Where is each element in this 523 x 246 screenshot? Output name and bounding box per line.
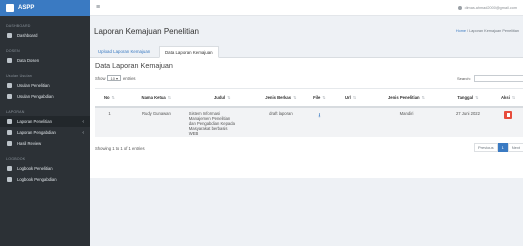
sidebar-item-label: Dashboard [17, 33, 38, 38]
user-icon [457, 5, 462, 10]
breadcrumb-current: Laporan Kemajuan Penelitian [469, 29, 519, 33]
cell-no: 1 [108, 110, 111, 116]
menu-toggle-icon[interactable]: ≡ [96, 4, 100, 11]
sort-icon: ⇅ [293, 94, 297, 100]
user-email: dimas.ahmad2000@gmail.com [464, 5, 517, 10]
tab-bar: Upload Laporan Kemajuan Data Laporan Kem… [90, 43, 523, 58]
sort-icon: ⇅ [421, 94, 426, 100]
chevron-left-icon: ‹ [82, 118, 84, 125]
column-header-jenis-penelitian[interactable]: Jenis Penelitian ⇅ [368, 88, 445, 108]
tab-data-laporan[interactable]: Data Laporan Kemajuan [159, 46, 219, 58]
sidebar-item-label: Usulan Pengabdian [17, 94, 54, 99]
edit-icon [7, 166, 12, 171]
entries-select-value: 10 [110, 75, 115, 81]
entries-label: entries [122, 75, 136, 81]
user-menu[interactable]: dimas.ahmad2000@gmail.com [457, 5, 517, 10]
brand[interactable]: ASPP [0, 0, 90, 16]
cell-aksi [491, 107, 523, 137]
breadcrumb-separator: / [467, 29, 469, 33]
sidebar-item-label: Laporan Pengabdian [17, 130, 56, 135]
sort-icon: ⇅ [227, 94, 231, 100]
sidebar-item-logbook-pengabdian[interactable]: Logbook Pengabdian [0, 174, 90, 185]
cell-nama-ketua: Rudy Gunawan [141, 110, 171, 116]
delete-button[interactable] [504, 110, 513, 119]
sidebar-item-usulan-pengabdian[interactable]: Usulan Pengabdian [0, 91, 90, 102]
card-title: Data Laporan Kemajuan [95, 61, 173, 70]
sidebar-item-logbook-penelitian[interactable]: Logbook Penelitian [0, 163, 90, 174]
cell-jenis-berkas: draft laporan [269, 110, 293, 116]
sidebar-item-dashboard[interactable]: Dashboard [0, 30, 90, 41]
sort-icon: ⇅ [322, 94, 326, 100]
breadcrumb: Home / Laporan Kemajuan Penelitian [456, 29, 519, 33]
sidebar-item-data-dosen[interactable]: Data Dosen [0, 55, 90, 66]
list-icon [7, 141, 12, 146]
app-logo-icon [6, 4, 14, 12]
cell-tanggal: 27 Juni 2022 [455, 110, 480, 116]
sidebar-item-label: Laporan Penelitian [17, 119, 52, 124]
table-search: Search: [457, 75, 523, 82]
sidebar-item-label: Usulan Penelitian [17, 83, 50, 88]
tab-upload-laporan[interactable]: Upload Laporan Kemajuan [93, 46, 155, 58]
file-icon [7, 94, 12, 99]
topbar: ≡ dimas.ahmad2000@gmail.com [90, 0, 523, 16]
breadcrumb-home-link[interactable]: Home [456, 29, 466, 33]
sort-icon: ⇅ [167, 94, 172, 100]
entries-select[interactable]: 10 ▾ [107, 75, 121, 81]
sidebar-item-label: Data Dosen [17, 58, 40, 63]
column-header-aksi[interactable]: Aksi ⇅ [491, 88, 523, 108]
show-label: Show [95, 75, 106, 81]
cell-jenis-penelitian: Mandiri [399, 110, 414, 116]
sidebar-item-label: Logbook Pengabdian [17, 177, 57, 182]
pagination-previous[interactable]: Previous [474, 143, 498, 152]
sidebar-item-laporan-penelitian[interactable]: Laporan Penelitian ‹ [0, 116, 90, 127]
sort-icon: ⇅ [352, 94, 357, 100]
download-icon[interactable]: ⭳ [318, 113, 320, 119]
column-header-nama-ketua[interactable]: Nama Ketua ⇅ [124, 88, 189, 108]
pagination: Previous 1 Next [474, 143, 523, 152]
cell-file: ⭳ [306, 107, 333, 137]
sidebar-item-label: Hasil Review [17, 141, 42, 146]
sidebar-item-label: Logbook Penelitian [17, 166, 53, 171]
sidebar-item-hasil-review[interactable]: Hasil Review [0, 138, 90, 149]
pagination-next[interactable]: Next [507, 143, 523, 152]
column-header-judul[interactable]: Judul ⇅ [188, 88, 256, 108]
book-icon [7, 130, 12, 135]
table-row: 1 Rudy Gunawan Sistem Informasi Manajeme… [95, 106, 523, 137]
search-label: Search: [457, 76, 471, 81]
column-header-jenis-berkas[interactable]: Jenis Berkas ⇅ [255, 88, 307, 108]
cell-url [333, 107, 369, 137]
users-icon [7, 58, 12, 63]
sidebar: ASPP DASHBOARD Dashboard DOSEN Data Dose… [0, 0, 90, 246]
column-header-tanggal[interactable]: Tanggal ⇅ [444, 88, 492, 108]
table-info: Showing 1 to 1 of 1 entries [95, 146, 145, 151]
sort-icon: ⇅ [511, 94, 516, 100]
chevron-down-icon: ▾ [115, 75, 118, 81]
sort-icon: ⇅ [111, 94, 116, 100]
edit-icon [7, 177, 12, 182]
data-card: Data Laporan Kemajuan Show 10 ▾ entries … [90, 58, 523, 178]
chevron-left-icon: ‹ [82, 129, 84, 136]
laporan-table: No ⇅ Nama Ketua ⇅ Judul ⇅ Jenis Berkas ⇅ Fil… [95, 88, 523, 137]
search-input[interactable] [473, 75, 523, 82]
column-header-file[interactable]: File ⇅ [306, 88, 333, 108]
dashboard-icon [7, 33, 12, 38]
page-title: Laporan Kemajuan Penelitian [94, 27, 199, 36]
table-header-row: No ⇅ Nama Ketua ⇅ Judul ⇅ Jenis Berkas ⇅ Fil… [95, 88, 523, 108]
book-icon [7, 119, 12, 124]
cell-judul: Sistem Informasi Manajemen Penelitian da… [188, 110, 235, 137]
sort-icon: ⇅ [475, 94, 479, 100]
column-header-url[interactable]: Url ⇅ [332, 88, 369, 108]
file-icon [7, 83, 12, 88]
entries-length-control: Show 10 ▾ entries [95, 75, 136, 81]
sidebar-item-laporan-pengabdian[interactable]: Laporan Pengabdian ‹ [0, 127, 90, 138]
pagination-page-1[interactable]: 1 [497, 143, 508, 152]
column-header-no[interactable]: No ⇅ [95, 88, 125, 108]
content-header: Laporan Kemajuan Penelitian Home / Lapor… [90, 17, 523, 41]
brand-name: ASPP [18, 5, 35, 11]
sidebar-item-usulan-penelitian[interactable]: Usulan Penelitian [0, 80, 90, 91]
